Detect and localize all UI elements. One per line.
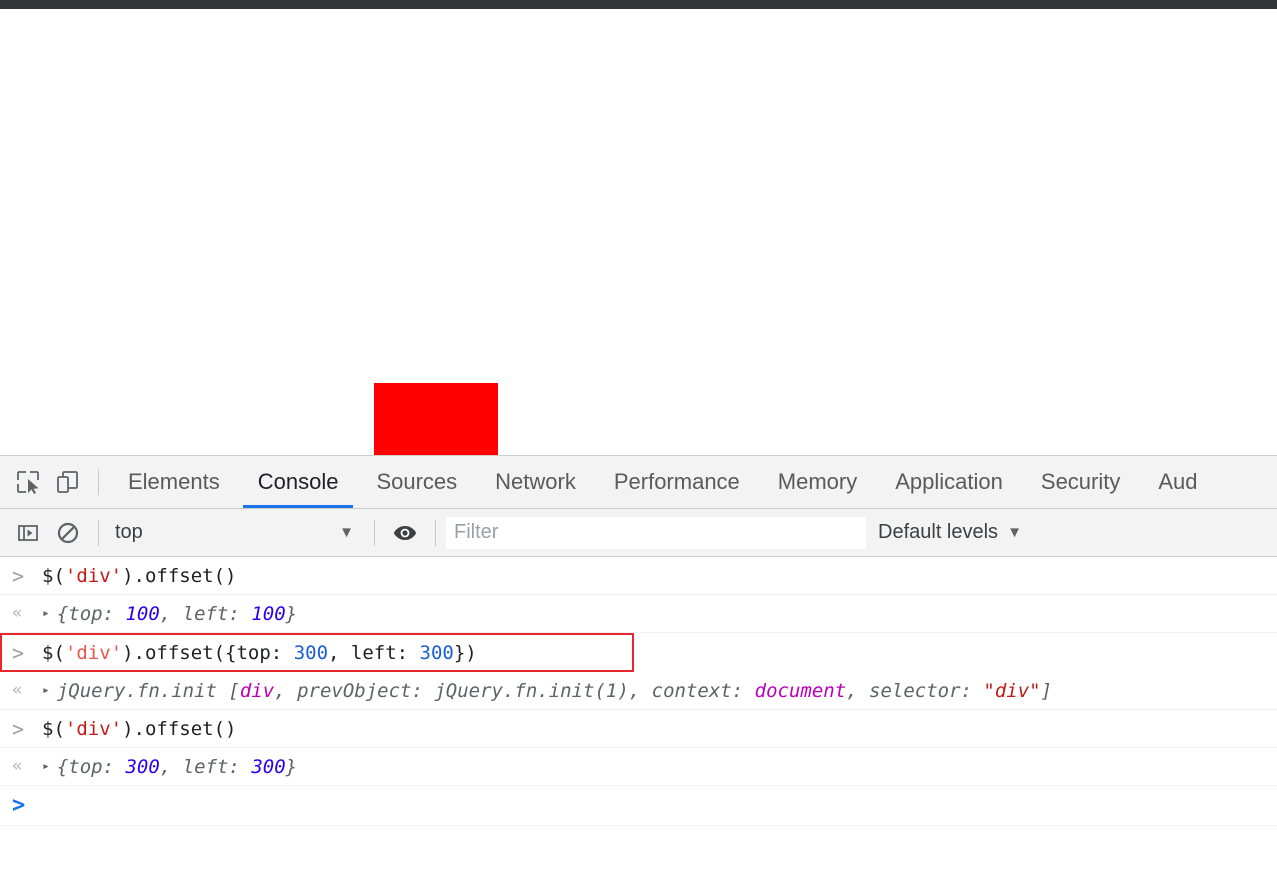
code-token: jQuery.fn.init [ <box>56 679 240 702</box>
code-token: 300 <box>419 641 454 664</box>
filterbar-divider-3 <box>435 519 436 546</box>
tab-network[interactable]: Network <box>476 456 595 508</box>
console-row-text: $('div').offset({top: 300, left: 300}) <box>42 642 477 664</box>
tab-security-label: Security <box>1040 469 1121 494</box>
code-token: "div" <box>983 679 1041 702</box>
code-token: 300 <box>251 755 286 778</box>
code-token: ).offset() <box>122 564 237 587</box>
code-token: $( <box>42 564 65 587</box>
tab-performance-label: Performance <box>613 469 740 494</box>
prompt-in-icon: > <box>12 716 25 741</box>
disclosure-triangle-icon[interactable]: ▸ <box>42 759 50 774</box>
code-token: 'div' <box>64 641 123 664</box>
code-token: {top: <box>56 602 126 625</box>
code-token: $( <box>42 717 65 740</box>
code-token: , selector: <box>846 679 984 702</box>
code-token: 'div' <box>64 564 123 587</box>
code-token: , left: <box>159 755 252 778</box>
tab-application[interactable]: Application <box>876 456 1022 508</box>
filter-input[interactable] <box>446 516 866 549</box>
code-token: 100 <box>125 602 160 625</box>
prompt-in-icon: > <box>12 563 25 588</box>
red-div-element <box>374 383 498 455</box>
code-token: 300 <box>293 641 329 664</box>
device-toolbar-icon[interactable] <box>48 462 88 502</box>
code-token: document <box>754 679 847 702</box>
console-row-text: $('div').offset() <box>42 718 236 740</box>
filterbar-divider-2 <box>374 519 375 546</box>
show-console-sidebar-icon[interactable] <box>8 513 48 553</box>
code-token: , prevObject: jQuery.fn.init(1), context… <box>274 679 755 702</box>
page-viewport <box>0 9 1277 455</box>
chevron-down-icon: ▼ <box>339 524 354 541</box>
code-token: $( <box>42 641 65 664</box>
console-row-text: jQuery.fn.init [div, prevObject: jQuery.… <box>57 680 1052 702</box>
toolbar-divider <box>98 469 99 495</box>
console-filter-toolbar: top ▼ Default levels ▼ <box>0 509 1277 557</box>
browser-chrome-strip <box>0 0 1277 9</box>
tab-performance[interactable]: Performance <box>595 456 759 508</box>
tab-security[interactable]: Security <box>1022 456 1139 508</box>
console-result-row[interactable]: « ▸ {top: 300, left: 300} <box>0 748 1277 786</box>
tab-audits-label: Aud <box>1158 469 1198 494</box>
code-token: ] <box>1040 679 1053 702</box>
tab-memory-label: Memory <box>777 469 858 494</box>
clear-console-icon[interactable] <box>48 513 88 553</box>
prompt-out-icon: « <box>12 680 23 700</box>
log-levels-select[interactable]: Default levels ▼ <box>878 521 1022 544</box>
code-token: div <box>239 679 275 702</box>
tab-memory[interactable]: Memory <box>759 456 876 508</box>
prompt-out-icon: « <box>12 756 23 776</box>
code-token: } <box>285 755 298 778</box>
code-token: {top: <box>56 755 126 778</box>
tab-audits[interactable]: Aud <box>1139 456 1216 508</box>
tab-console[interactable]: Console <box>239 456 358 508</box>
console-message-list: > $('div').offset() «▸ {top: 100, left: 100… <box>0 557 1277 881</box>
tab-console-label: Console <box>257 469 339 494</box>
code-token: , left: <box>159 602 252 625</box>
code-token: 300 <box>125 755 160 778</box>
tab-network-label: Network <box>495 469 576 494</box>
code-token: }) <box>453 641 477 664</box>
execution-context-value: top <box>115 521 143 543</box>
console-input-row[interactable]: > $('div').offset() <box>0 710 1277 748</box>
console-prompt-caret: > <box>12 793 26 818</box>
console-input-row[interactable]: > $('div').offset({top: 300, left: 300}) <box>0 633 634 672</box>
prompt-out-icon: « <box>12 603 23 623</box>
console-input-row[interactable]: > $('div').offset() <box>0 557 1277 595</box>
code-token: ).offset() <box>122 717 237 740</box>
live-expression-icon[interactable] <box>385 513 425 553</box>
devtools-tabbar: Elements Console Sources Network Perform… <box>0 456 1277 509</box>
chevron-down-icon: ▼ <box>1007 524 1022 541</box>
inspect-element-icon[interactable] <box>8 462 48 502</box>
tab-application-label: Application <box>895 469 1003 494</box>
disclosure-triangle-icon[interactable]: ▸ <box>42 606 50 621</box>
devtools-screenshot: Elements Console Sources Network Perform… <box>0 0 1277 881</box>
console-row-text: {top: 300, left: 300} <box>57 756 297 778</box>
tab-elements-label: Elements <box>128 469 220 494</box>
filterbar-divider-1 <box>98 519 99 546</box>
code-token: 'div' <box>64 717 123 740</box>
code-token: } <box>285 602 298 625</box>
console-prompt-row[interactable]: > <box>0 786 1277 826</box>
code-token: ).offset({top: <box>122 641 294 664</box>
tab-sources-label: Sources <box>376 469 458 494</box>
code-token: 100 <box>251 602 286 625</box>
console-row-text: {top: 100, left: 100} <box>57 603 297 625</box>
tab-elements[interactable]: Elements <box>109 456 239 508</box>
tab-sources[interactable]: Sources <box>357 456 476 508</box>
console-row-text: $('div').offset() <box>42 565 236 587</box>
code-token: , left: <box>328 641 420 664</box>
console-result-row[interactable]: « ▸ jQuery.fn.init [div, prevObject: jQuer… <box>0 672 1277 710</box>
prompt-in-icon: > <box>12 640 25 665</box>
execution-context-select[interactable]: top ▼ <box>109 518 364 548</box>
disclosure-triangle-icon[interactable]: ▸ <box>42 683 50 698</box>
log-levels-label: Default levels <box>878 521 999 543</box>
console-prompt-input[interactable] <box>42 792 1277 819</box>
console-result-row[interactable]: « ▸ {top: 100, left: 100} <box>0 595 1277 633</box>
devtools-panel: Elements Console Sources Network Perform… <box>0 455 1277 881</box>
